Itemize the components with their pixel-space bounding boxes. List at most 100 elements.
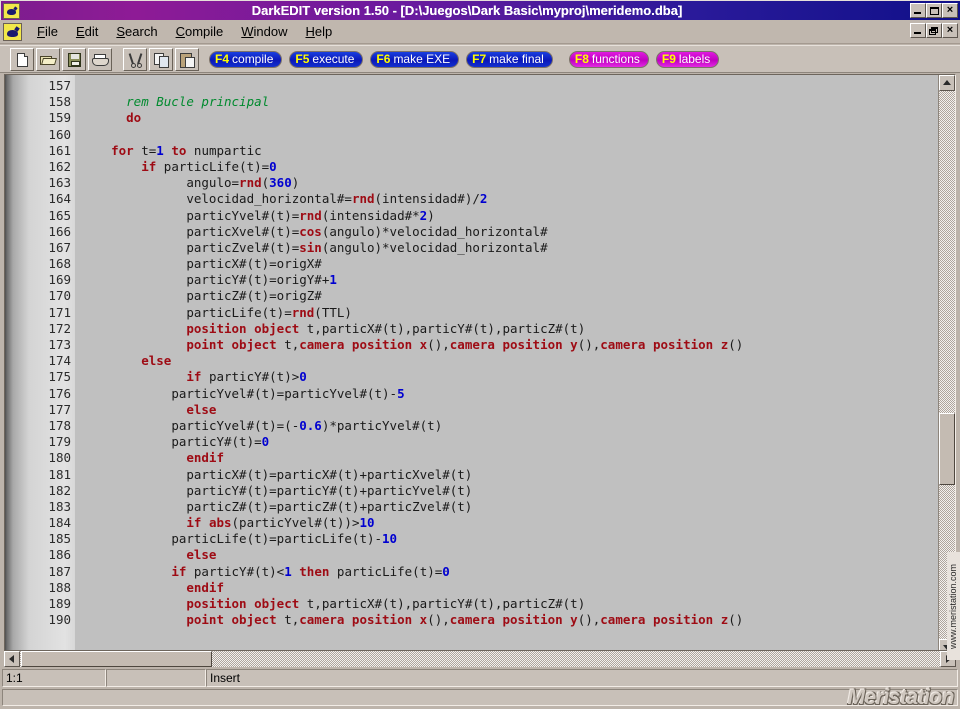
new-file-button[interactable] [10, 47, 34, 71]
menu-item-file[interactable]: File [28, 22, 67, 41]
line-number: 187 [48, 563, 71, 579]
scroll-up-arrow-icon[interactable] [939, 75, 955, 91]
line-number: 172 [48, 320, 71, 336]
code-token-keyword: camera position x [299, 337, 428, 352]
code-token-plain: (), [577, 612, 601, 628]
code-token-keyword: endif [186, 450, 224, 466]
code-token-plain: particLife(t)=particLife(t)- [171, 531, 383, 547]
save-file-button[interactable] [62, 47, 86, 71]
meristation-url-watermark: www.meristation.com [947, 552, 960, 660]
scroll-left-arrow-icon[interactable] [4, 651, 20, 667]
execute-text-label: execute [312, 52, 355, 66]
menu-item-help[interactable]: Help [297, 22, 342, 41]
copy-button[interactable] [149, 47, 173, 71]
make-final-button[interactable]: F7 make final [466, 50, 553, 68]
code-token-plain: )*particYvel#(t) [321, 417, 443, 433]
mdi-minimize-button[interactable] [910, 23, 926, 38]
scissors-icon [131, 53, 142, 68]
darkedit-application-window: DarkEDIT version 1.50 - [D:\Juegos\Dark … [0, 0, 960, 709]
line-number: 186 [48, 547, 71, 563]
code-editor[interactable]: 157 158 159 160 161 162 163 164 165 166 167 168 169 1… [4, 74, 956, 656]
code-line: particXvel#(t)=cos(angulo)*velocidad_hor… [81, 224, 938, 240]
paste-button[interactable] [175, 47, 199, 71]
code-token-plain: numpartic [186, 142, 262, 158]
code-token-keyword: else [186, 401, 217, 417]
code-token-keyword: point object [186, 337, 277, 352]
line-number: 164 [48, 191, 71, 207]
printer-icon [92, 53, 109, 67]
code-line: else [81, 402, 938, 418]
menu-item-search[interactable]: Search [107, 22, 166, 41]
code-line: velocidad_horizontal#=rnd(intensidad#)/2 [81, 191, 938, 207]
horizontal-scrollbar-thumb[interactable] [21, 651, 212, 667]
maximize-button[interactable] [926, 3, 942, 18]
line-number: 185 [48, 531, 71, 547]
code-token-keyword: endif [186, 579, 224, 595]
menu-label-help-rest: elp [314, 24, 333, 39]
code-line: point object t,camera position x(),camer… [81, 337, 938, 353]
cut-button[interactable] [123, 47, 147, 71]
mdi-close-button[interactable]: × [942, 23, 958, 38]
line-number: 158 [48, 94, 71, 110]
make-final-text-label: make final [489, 52, 544, 66]
mdi-restore-button[interactable] [926, 23, 942, 38]
window-title: DarkEDIT version 1.50 - [D:\Juegos\Dark … [251, 3, 683, 18]
code-line: endif [81, 580, 938, 596]
code-token-number: 0 [269, 158, 277, 174]
line-numbers: 157 158 159 160 161 162 163 164 165 166 167 168 169 1… [48, 78, 71, 628]
labels-button[interactable]: F9 labels [655, 50, 720, 68]
line-number: 161 [48, 142, 71, 158]
line-number: 160 [48, 126, 71, 142]
horizontal-scrollbar[interactable] [4, 650, 956, 667]
execute-button[interactable]: F5 execute [289, 50, 364, 68]
open-file-button[interactable] [36, 47, 60, 71]
code-token-plain: (TTL) [314, 304, 352, 320]
code-line: for t=1 to numpartic [81, 143, 938, 159]
code-token-keyword: camera position y [449, 612, 578, 628]
code-token-plain: particZvel#(t)= [186, 239, 300, 255]
line-number: 163 [48, 175, 71, 191]
close-button[interactable]: × [942, 3, 958, 18]
code-token-keyword: camera position z [600, 337, 729, 352]
code-token-plain: t= [133, 142, 157, 158]
code-line: point object t,camera position x(),camer… [81, 612, 938, 628]
vertical-scrollbar-thumb[interactable] [939, 413, 955, 485]
title-bar[interactable]: DarkEDIT version 1.50 - [D:\Juegos\Dark … [0, 0, 960, 20]
code-token-number: 1 [156, 142, 164, 158]
code-token-keyword: rnd [239, 175, 262, 191]
code-token-keyword: do [126, 110, 142, 126]
labels-text-label: labels [678, 52, 711, 66]
make-exe-button[interactable]: F6 make EXE [370, 50, 460, 68]
code-token-plain: particYvel#(t)=(- [171, 417, 300, 433]
copy-icon [154, 52, 170, 68]
minimize-button[interactable] [910, 3, 926, 18]
code-line: particY#(t)=origY#+1 [81, 272, 938, 288]
compile-key-label: F4 [215, 52, 230, 66]
menu-item-edit[interactable]: Edit [67, 22, 107, 41]
mdi-document-icon[interactable] [3, 22, 22, 41]
menu-item-window[interactable]: Window [232, 22, 296, 41]
code-text-area[interactable]: rem Bucle principal do for t=1 to numpar… [75, 75, 938, 655]
code-token-keyword: rnd [351, 191, 375, 207]
print-button[interactable] [88, 47, 112, 71]
code-token-plain: particY#(t)< [186, 563, 285, 579]
floppy-disk-icon [68, 52, 81, 67]
code-token-keyword: if [141, 158, 157, 174]
functions-button[interactable]: F8 functions [568, 50, 649, 68]
functions-text-label: functions [591, 52, 640, 66]
compile-button[interactable]: F4 compile [209, 50, 283, 68]
menu-item-compile[interactable]: Compile [167, 22, 233, 41]
code-token-keyword: position object [186, 320, 300, 336]
menu-label-file-rest: ile [44, 24, 58, 39]
code-token-keyword: if [171, 563, 187, 579]
insert-mode-panel: Insert [206, 669, 958, 687]
